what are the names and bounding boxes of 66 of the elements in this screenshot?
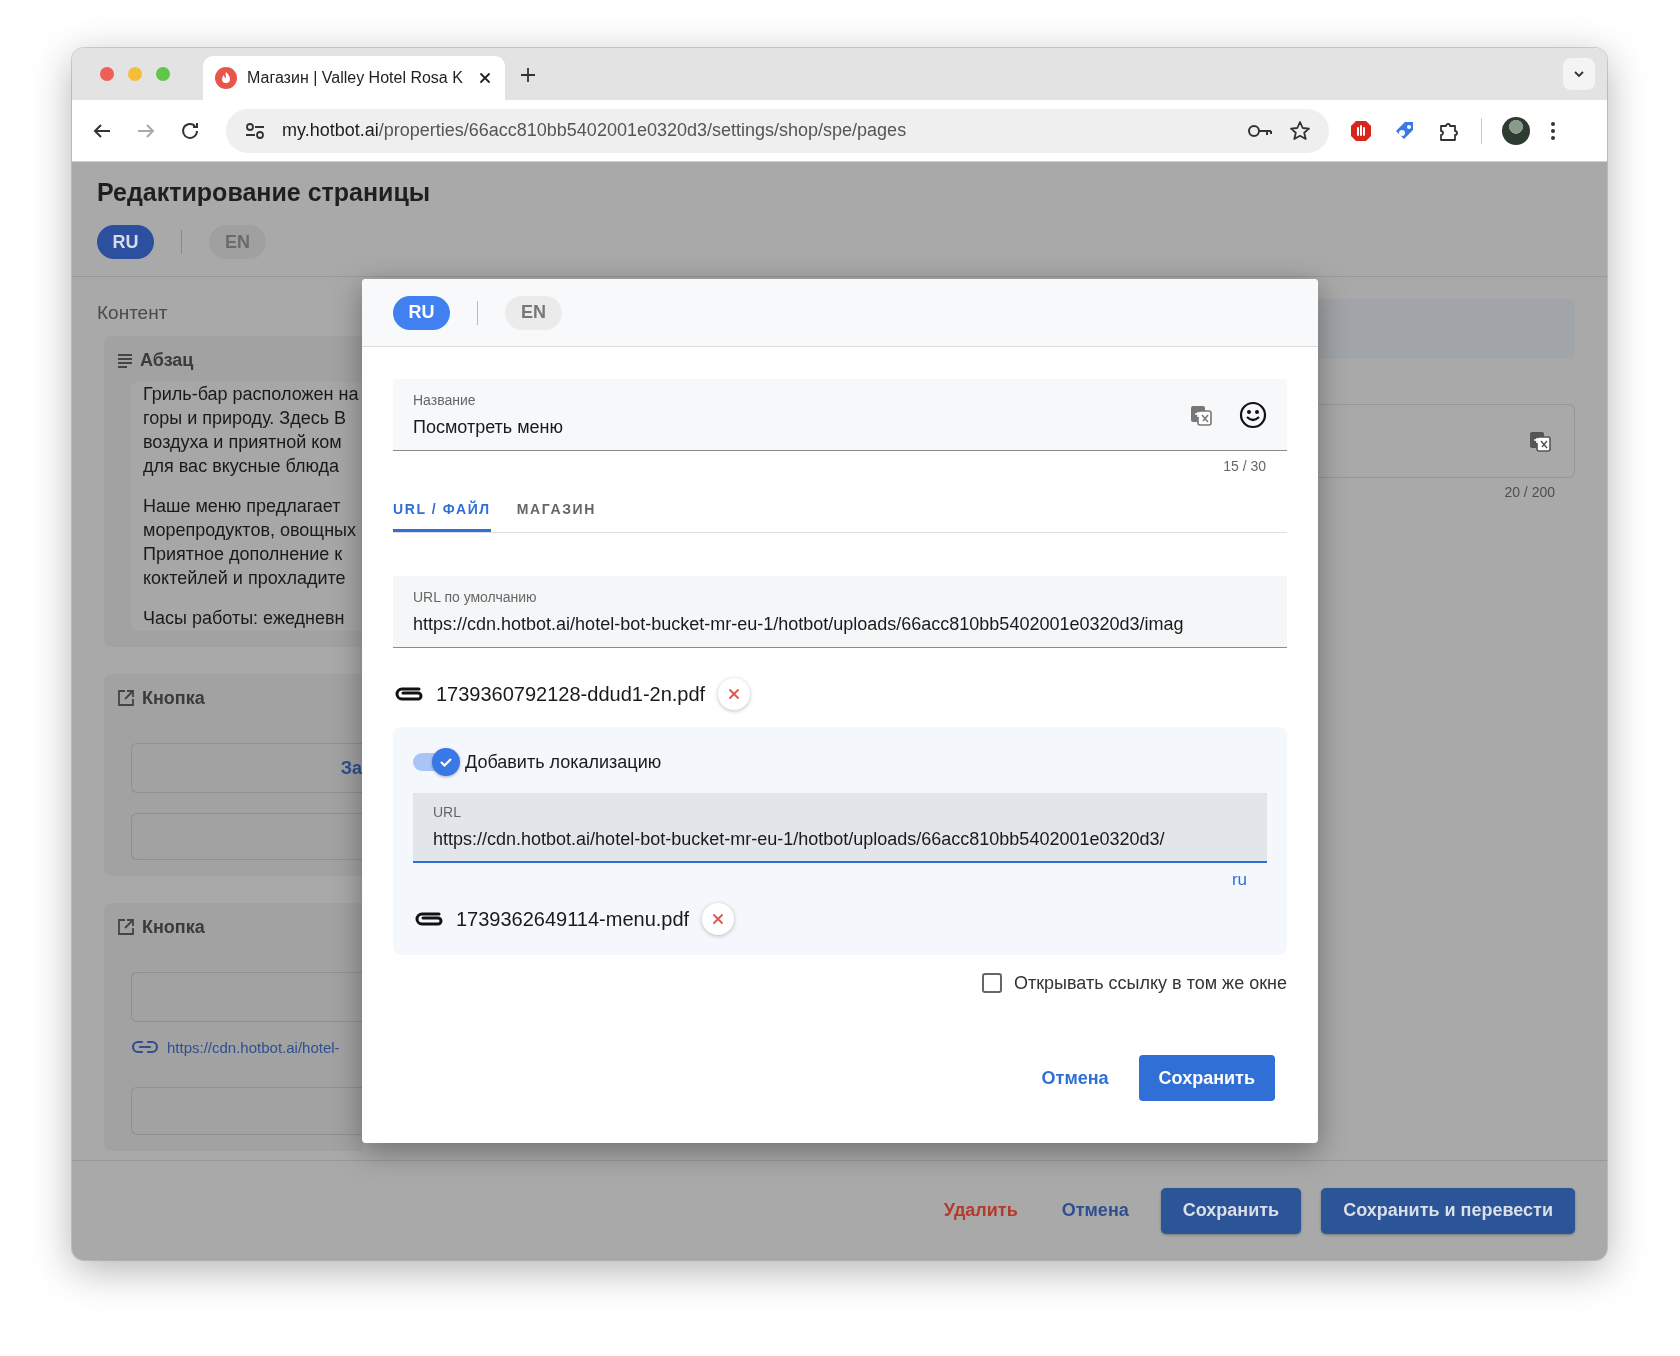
text-area[interactable] (131, 382, 362, 631)
tab-title: Магазин | Valley Hotel Rosa K (247, 69, 464, 87)
button-text: За (340, 757, 362, 779)
delete-button[interactable]: Удалить (931, 1192, 1030, 1229)
toggle-switch[interactable] (413, 747, 460, 777)
text-field[interactable] (1318, 404, 1575, 478)
text-line: Наше меню предлагает (143, 495, 342, 518)
input-field[interactable] (131, 972, 362, 1022)
save-button[interactable]: Сохранить и перевести (1321, 1187, 1575, 1234)
char-counter: 15 / 30 (1223, 458, 1266, 474)
block-title: Кнопка (142, 687, 205, 709)
language-tab[interactable]: EN (505, 295, 562, 330)
input-field[interactable]: За (131, 743, 362, 793)
avatar[interactable] (1502, 116, 1530, 145)
more-menu-icon[interactable] (1550, 119, 1556, 142)
remove-file-button[interactable] (702, 903, 735, 935)
input-field[interactable] (131, 1087, 362, 1135)
checkbox[interactable] (981, 973, 1002, 993)
section-label: Контент (97, 301, 168, 325)
block-title: Абзац (140, 349, 194, 371)
tab-list-button[interactable] (1563, 58, 1595, 90)
char-counter: 20 / 200 (1504, 484, 1555, 500)
checkbox-label: Открывать ссылку в том же окне (1013, 972, 1287, 994)
address-bar[interactable]: my.hotbot.ai/properties/66acc810bb5402001e0320d3/settings/shop/spe/pages (226, 108, 1329, 153)
cancel-button[interactable]: Отмена (1049, 1192, 1141, 1229)
smiley-icon[interactable] (1239, 400, 1267, 429)
url-field[interactable]: URL https://cdn.hotbot.ai/hotel-bot-bucket-mr-eu-1/hotbot/uploads/66acc810bb5402001e0320d3/ (413, 793, 1267, 863)
text-line: для вас вкусные блюда (143, 455, 341, 478)
close-icon[interactable] (477, 70, 493, 86)
language-tab[interactable]: RU (393, 295, 450, 330)
page-title: Редактирование страницы (97, 177, 432, 208)
url-field[interactable]: URL по умолчанию https://cdn.hotbot.ai/hotel-bot-bucket-mr-eu-1/hotbot/uploads/66acc810bb5402001e0320d3/imag (393, 576, 1287, 648)
text-line: коктейлей и прохладите (143, 567, 347, 590)
save-button[interactable]: Сохранить (1138, 1055, 1275, 1101)
flame-icon (215, 67, 237, 89)
address-text: my.hotbot.ai/properties/66acc810bb5402001e0320d3/settings/shop/spe/pages (282, 120, 908, 141)
file-name: 1739360792128-ddud1-2n.pdf (436, 682, 706, 706)
save-button[interactable]: Сохранить (1160, 1187, 1302, 1234)
toggle-label: Добавить локализацию (465, 751, 662, 773)
tab[interactable]: URL / ФАЙЛ (393, 489, 491, 532)
locale-label: ru (1231, 869, 1247, 891)
external-link-icon (116, 688, 136, 708)
input-field[interactable] (131, 813, 362, 860)
translate-icon[interactable] (1528, 429, 1552, 453)
text-line: морепродуктов, овощных (143, 519, 358, 542)
file-name: 1739362649114-menu.pdf (456, 907, 690, 931)
link-icon (131, 1039, 159, 1055)
plus-icon[interactable] (519, 66, 537, 84)
text-line: Приятное дополнение к (143, 543, 344, 566)
close-window-button[interactable] (100, 67, 114, 81)
block-title: Кнопка (142, 916, 205, 938)
text-line: Гриль-бар расположен на (143, 383, 360, 406)
text-line: горы и природу. Здесь В (143, 407, 348, 430)
text-line: Часы работы: ежедневн (143, 607, 346, 630)
link[interactable]: https://cdn.hotbot.ai/hotel- (167, 1038, 340, 1056)
tab[interactable]: МАГАЗИН (516, 489, 596, 532)
star-icon[interactable] (1289, 119, 1311, 142)
paragraph-icon (116, 351, 134, 369)
name-field[interactable]: Название Посмотреть меню (393, 379, 1287, 451)
cancel-button[interactable]: Отмена (1033, 1059, 1117, 1097)
external-link-icon (116, 917, 136, 937)
remove-file-button[interactable] (718, 678, 751, 710)
text-line: воздуха и приятной ком (143, 431, 343, 454)
browser-tab[interactable]: Магазин | Valley Hotel Rosa K (203, 56, 505, 100)
language-tab[interactable]: RU (97, 225, 154, 259)
stop-hand-icon[interactable] (1349, 118, 1373, 143)
